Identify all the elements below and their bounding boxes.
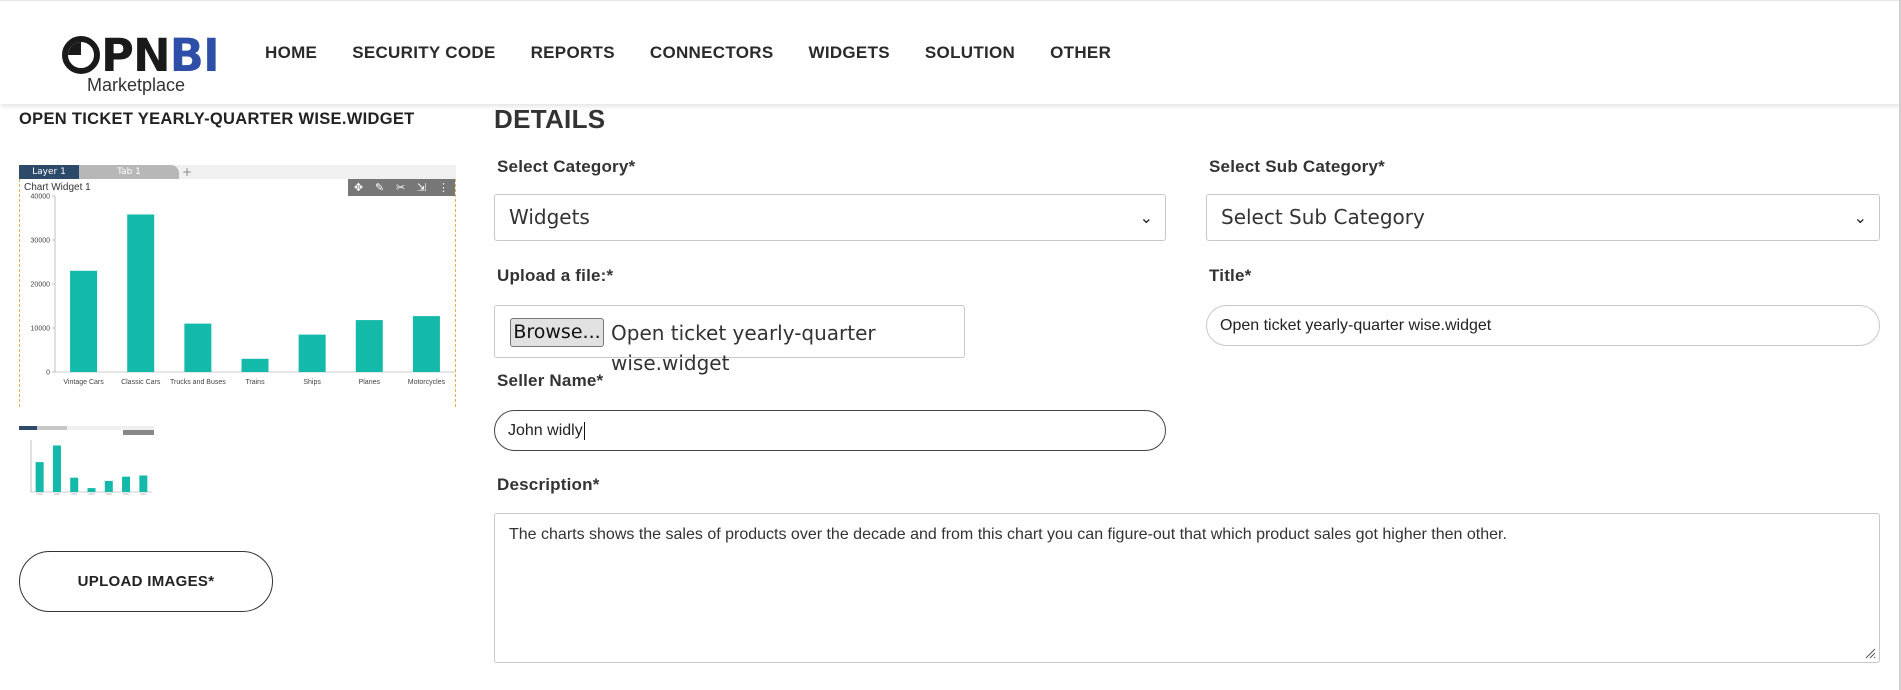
- nav-security-code[interactable]: SECURITY CODE: [352, 43, 495, 63]
- chart-bar[interactable]: [35, 462, 44, 492]
- seller-name-value: John widly: [508, 422, 583, 439]
- nav-home[interactable]: HOME: [265, 43, 317, 63]
- nav-solution[interactable]: SOLUTION: [925, 43, 1015, 63]
- x-tick-label: Trucks and Buses: [170, 379, 226, 386]
- chart-bar[interactable]: [87, 488, 96, 492]
- chart-bar[interactable]: [70, 477, 79, 492]
- top-navbar: PNBI Marketplace HOME SECURITY CODE REPO…: [0, 0, 1901, 104]
- category-select-value: Widgets: [509, 205, 590, 229]
- add-tab-icon[interactable]: +: [182, 165, 192, 179]
- text-cursor: [583, 421, 585, 440]
- widget-thumbnail[interactable]: [19, 426, 154, 501]
- resize-handle-icon[interactable]: [1864, 647, 1876, 659]
- x-tick-label: Classic Cars: [121, 379, 161, 386]
- logo-subtitle: Marketplace: [87, 75, 186, 95]
- thumb-tab-active: [19, 426, 37, 430]
- title-input[interactable]: Open ticket yearly-quarter wise.widget: [1206, 305, 1880, 346]
- nav-other[interactable]: OTHER: [1050, 43, 1111, 63]
- logo-o-icon: [62, 36, 100, 74]
- x-tick-label: Motorcycles: [408, 379, 446, 386]
- tab-layer-1[interactable]: Layer 1: [19, 165, 79, 179]
- chevron-down-icon: ⌄: [1139, 208, 1153, 227]
- x-tick-label: Vintage Cars: [63, 379, 104, 386]
- y-tick-label: 0: [46, 370, 50, 377]
- widget-title: OPEN TICKET YEARLY-QUARTER WISE.WIDGET: [19, 110, 415, 128]
- chart-bar[interactable]: [70, 270, 98, 372]
- logo-wordmark: PNBI: [62, 33, 220, 78]
- chart-bar[interactable]: [52, 445, 61, 492]
- chart-bar[interactable]: [412, 316, 440, 372]
- chart-bar[interactable]: [241, 358, 269, 372]
- upload-file-label: Upload a file:*: [497, 266, 614, 285]
- category-label: Select Category*: [497, 157, 636, 176]
- description-value: The charts shows the sales of products o…: [509, 526, 1507, 543]
- seller-name-input[interactable]: John widly: [494, 410, 1166, 451]
- file-upload-field[interactable]: Browse... Open ticket yearly-quarter wis…: [494, 305, 965, 375]
- thumb-tab-inactive: [37, 426, 67, 430]
- y-tick-label: 10000: [31, 326, 51, 333]
- chart-bar[interactable]: [127, 214, 155, 372]
- selected-file-name: Open ticket yearly-quarter wise.widget: [611, 321, 876, 375]
- x-tick-label: Planes: [359, 379, 381, 386]
- thumb-toolbar: [123, 430, 154, 435]
- thumbnail-chart: [19, 426, 154, 495]
- description-label: Description*: [497, 475, 600, 494]
- chart-bar[interactable]: [184, 323, 212, 372]
- nav-reports[interactable]: REPORTS: [531, 43, 615, 63]
- subcategory-select[interactable]: Select Sub Category ⌄: [1206, 194, 1880, 241]
- chart-bar[interactable]: [355, 320, 383, 372]
- chevron-down-icon: ⌄: [1853, 208, 1867, 227]
- preview-tab-bar: Layer 1 Tab 1 +: [19, 165, 456, 179]
- subcategory-label: Select Sub Category*: [1209, 157, 1385, 176]
- chart-bar[interactable]: [298, 334, 326, 372]
- nav-connectors[interactable]: CONNECTORS: [650, 43, 774, 63]
- chart-bar[interactable]: [139, 475, 148, 492]
- upload-images-button[interactable]: UPLOAD IMAGES*: [19, 551, 273, 612]
- category-select[interactable]: Widgets ⌄: [494, 194, 1166, 241]
- description-textarea[interactable]: The charts shows the sales of products o…: [494, 513, 1880, 663]
- chart-widget-frame: Chart Widget 1 ✥ ✎ ✂ ⇲ ⋮ 0 10000 20000 3000…: [19, 179, 456, 407]
- subcategory-select-value: Select Sub Category: [1221, 205, 1425, 229]
- chart-bar[interactable]: [122, 476, 131, 492]
- y-tick-label: 30000: [31, 238, 51, 245]
- main-nav: HOME SECURITY CODE REPORTS CONNECTORS WI…: [265, 43, 1146, 63]
- bar-chart: 0 10000 20000 30000 40000 Vintage Cars Classic…: [31, 194, 455, 386]
- title-label: Title*: [1209, 266, 1252, 285]
- widget-preview[interactable]: Layer 1 Tab 1 + Chart Widget 1 ✥ ✎ ✂ ⇲ ⋮…: [19, 165, 456, 407]
- tab-tab-1[interactable]: Tab 1: [79, 165, 179, 179]
- chart-bar[interactable]: [104, 480, 113, 492]
- browse-button[interactable]: Browse...: [510, 318, 604, 347]
- nav-widgets[interactable]: WIDGETS: [808, 43, 889, 63]
- x-tick-label: Ships: [303, 379, 321, 386]
- brand-logo[interactable]: PNBI Marketplace: [62, 33, 222, 99]
- y-tick-label: 20000: [31, 282, 51, 289]
- x-tick-label: Trains: [245, 379, 265, 386]
- details-heading: DETAILS: [494, 104, 606, 134]
- y-tick-label: 40000: [31, 194, 51, 201]
- seller-name-label: Seller Name*: [497, 371, 604, 390]
